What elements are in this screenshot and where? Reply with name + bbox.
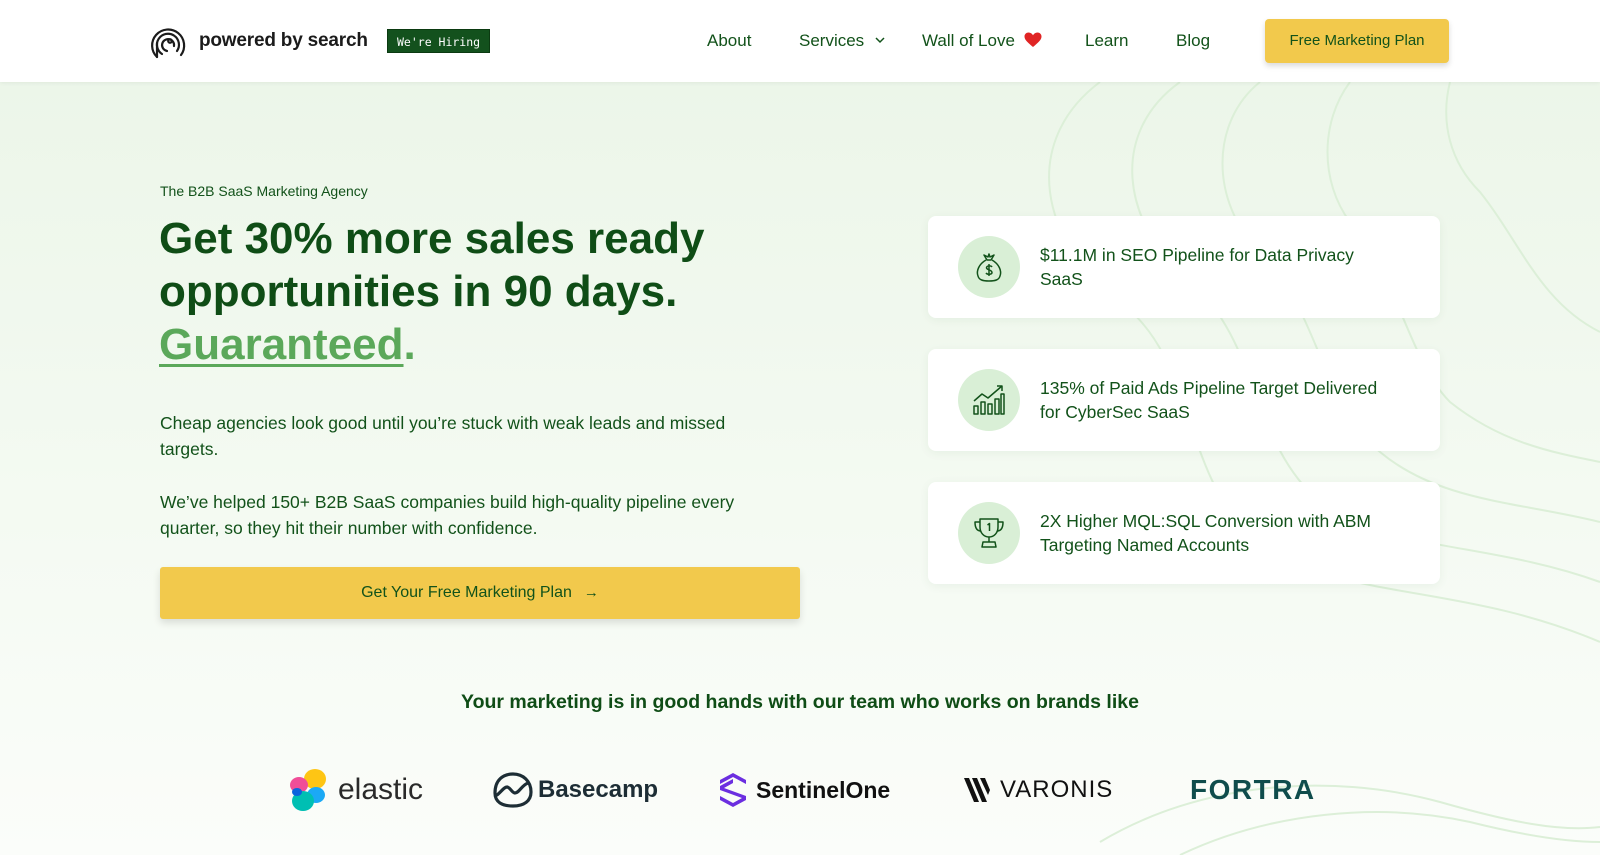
headline-period: . bbox=[403, 320, 416, 369]
hero-headline: Get 30% more sales ready opportunities i… bbox=[159, 212, 819, 371]
nav-about-label: About bbox=[707, 31, 752, 50]
nav-blog[interactable]: Blog bbox=[1176, 31, 1210, 51]
nav-wall-of-love[interactable]: Wall of Love bbox=[922, 31, 1042, 51]
nav-services-label: Services bbox=[799, 31, 865, 50]
chevron-down-icon bbox=[875, 37, 885, 44]
trophy-icon bbox=[958, 502, 1020, 564]
nav-learn-label: Learn bbox=[1085, 31, 1129, 50]
site-header: powered by search We're Hiring About Ser… bbox=[0, 0, 1600, 82]
headline-line-3: Guaranteed. bbox=[159, 318, 819, 371]
headline-line-1: Get 30% more sales ready bbox=[159, 214, 705, 263]
cta-main-label: Get Your Free Marketing Plan bbox=[361, 584, 572, 601]
basecamp-logo-icon bbox=[493, 772, 533, 808]
sentinelone-logo-icon bbox=[720, 773, 746, 807]
brand-fortra-name: FORTRA bbox=[1190, 774, 1316, 805]
elastic-logo-icon bbox=[290, 769, 326, 811]
result-card-text: 2X Higher MQL:SQL Conversion with ABM Ta… bbox=[1040, 511, 1372, 555]
brand-basecamp: Basecamp bbox=[492, 766, 658, 814]
result-card-text: $11.1M in SEO Pipeline for Data Privacy … bbox=[1040, 245, 1354, 289]
result-card: $11.1M in SEO Pipeline for Data Privacy … bbox=[928, 216, 1440, 318]
hero-eyebrow: The B2B SaaS Marketing Agency bbox=[160, 183, 368, 199]
get-free-marketing-plan-button[interactable]: Get Your Free Marketing Plan → bbox=[160, 567, 800, 619]
brand-basecamp-name: Basecamp bbox=[538, 776, 659, 803]
result-card: 2X Higher MQL:SQL Conversion with ABM Ta… bbox=[928, 482, 1440, 584]
brand-fortra: FORTRA bbox=[1190, 766, 1316, 814]
hero-paragraph-1: Cheap agencies look good until you’re st… bbox=[160, 413, 726, 459]
arrow-right-icon: → bbox=[583, 584, 599, 601]
free-marketing-plan-button[interactable]: Free Marketing Plan bbox=[1265, 19, 1449, 63]
brand-elastic: elastic bbox=[286, 766, 423, 814]
nav-about[interactable]: About bbox=[707, 31, 751, 51]
brand-varonis: VARONIS bbox=[964, 766, 1113, 814]
brand-elastic-name: elastic bbox=[338, 773, 424, 806]
result-card-text: 135% of Paid Ads Pipeline Target Deliver… bbox=[1040, 378, 1378, 422]
money-bag-icon bbox=[958, 236, 1020, 298]
headline-line-2: opportunities in 90 days. bbox=[159, 267, 678, 316]
result-card: 135% of Paid Ads Pipeline Target Deliver… bbox=[928, 349, 1440, 451]
heart-icon bbox=[1024, 32, 1042, 47]
varonis-logo-icon bbox=[964, 778, 990, 802]
nav-wall-of-love-label: Wall of Love bbox=[922, 31, 1015, 50]
headline-highlight: Guaranteed bbox=[159, 320, 404, 369]
brands-title: Your marketing is in good hands with our… bbox=[461, 691, 1139, 713]
nav-blog-label: Blog bbox=[1176, 31, 1211, 50]
hero-paragraph-2: We’ve helped 150+ B2B SaaS companies bui… bbox=[160, 492, 735, 538]
nav-learn[interactable]: Learn bbox=[1085, 31, 1128, 51]
brand-varonis-name: VARONIS bbox=[1000, 776, 1114, 803]
brand-sentinelone: SentinelOne bbox=[718, 766, 890, 814]
brand-sentinelone-name: SentinelOne bbox=[756, 776, 891, 803]
growth-chart-icon bbox=[958, 369, 1020, 431]
nav-services[interactable]: Services bbox=[799, 31, 885, 51]
